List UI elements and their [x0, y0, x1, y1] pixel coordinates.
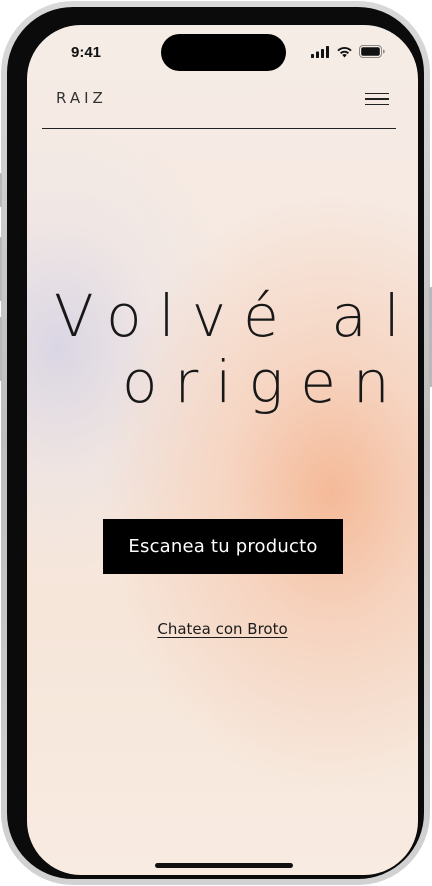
- phone-frame: 9:41 RAIZ Volvé al origen Escanea tu pro…: [0, 1, 432, 885]
- dynamic-island: [161, 34, 286, 71]
- menu-button[interactable]: [365, 89, 391, 109]
- signal-icon: [311, 45, 329, 58]
- battery-icon: [359, 45, 385, 58]
- hamburger-menu-icon: [365, 92, 389, 95]
- chat-broto-link[interactable]: Chatea con Broto: [27, 620, 418, 638]
- action-button: [0, 173, 2, 207]
- screen: 9:41 RAIZ Volvé al origen Escanea tu pro…: [27, 25, 418, 875]
- header-divider: [42, 128, 396, 129]
- status-time: 9:41: [71, 44, 102, 61]
- hero-line-2: origen: [122, 348, 407, 416]
- wifi-icon: [337, 46, 352, 57]
- hero-line-1: Volvé al: [54, 282, 417, 350]
- status-icons: [311, 45, 386, 58]
- home-indicator[interactable]: [155, 863, 293, 868]
- brand-logo[interactable]: RAIZ: [56, 89, 107, 107]
- volume-up-button: [0, 237, 2, 301]
- volume-down-button: [0, 317, 2, 381]
- phone-bezel: 9:41 RAIZ Volvé al origen Escanea tu pro…: [7, 7, 424, 879]
- scan-product-button[interactable]: Escanea tu producto: [103, 519, 343, 574]
